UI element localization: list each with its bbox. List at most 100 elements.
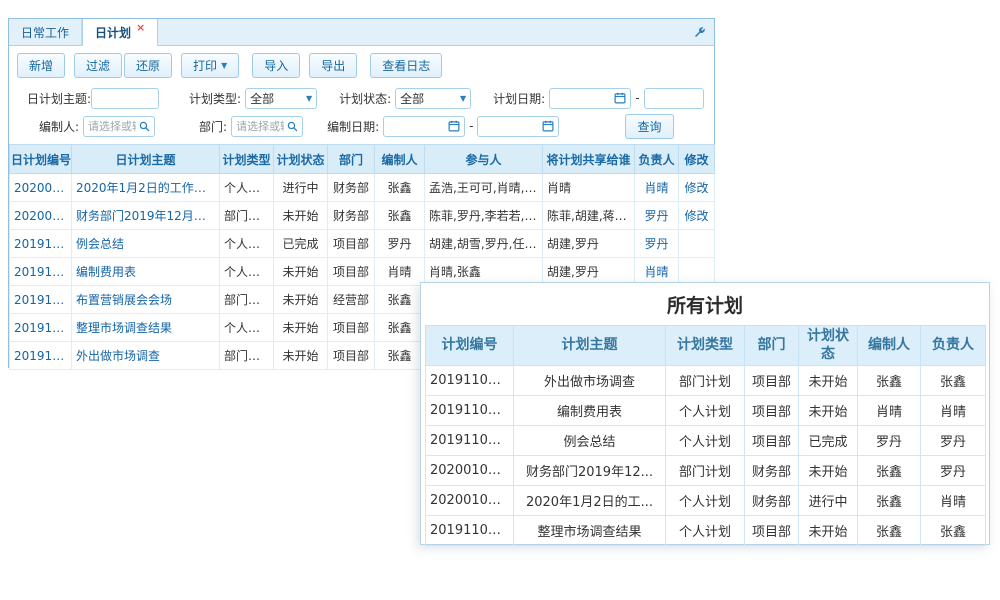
chevron-down-icon: ▼: [306, 94, 312, 103]
creator-input[interactable]: [88, 117, 136, 136]
plan-id-link[interactable]: 2019110001: [10, 342, 72, 370]
tab-daily-work[interactable]: 日常工作: [9, 19, 82, 45]
plan-status-cell: 未开始: [799, 366, 858, 396]
plan-id-link[interactable]: 2019110002: [10, 314, 72, 342]
plan-date-end-input[interactable]: [649, 89, 699, 108]
filter-button[interactable]: 过滤: [74, 53, 122, 78]
search-icon[interactable]: [287, 121, 298, 132]
table-row[interactable]: 2020010002 2020年1月2日的工作日... 个人计划 进行中 财务部…: [10, 174, 715, 202]
plan-type-select[interactable]: 全部 ▼: [245, 88, 317, 109]
print-button[interactable]: 打印 ▼: [181, 53, 239, 78]
calendar-icon[interactable]: [614, 92, 626, 104]
create-date-end-input[interactable]: [482, 117, 539, 136]
plan-id-link[interactable]: 2019110005: [10, 230, 72, 258]
modify-link[interactable]: 修改: [679, 202, 715, 230]
col-header-type[interactable]: 计划类型: [220, 145, 274, 174]
modify-link[interactable]: 修改: [679, 174, 715, 202]
plan-status-cell: 未开始: [799, 456, 858, 486]
tab-bar: 日常工作 日计划 ×: [9, 19, 714, 46]
plan-id-cell: 2020010002: [426, 486, 514, 516]
plan-id-link[interactable]: 2019110003: [10, 286, 72, 314]
plan-subject-link[interactable]: 布置营销展会会场: [72, 286, 220, 314]
owner-link[interactable]: 罗丹: [635, 202, 679, 230]
plan-subject-link[interactable]: 编制费用表: [72, 258, 220, 286]
col-header-subject[interactable]: 日计划主题: [72, 145, 220, 174]
filter-row-1: 日计划主题: 计划类型: 全部 ▼ 计划状态: 全部 ▼ 计划日期: -: [17, 84, 706, 112]
owner-cell: 张鑫: [921, 516, 986, 546]
creator-cell: 张鑫: [375, 314, 425, 342]
table-row: 2019110001 外出做市场调查 部门计划 项目部 未开始 张鑫 张鑫: [426, 366, 986, 396]
plan-id-cell: 2019110002: [426, 516, 514, 546]
search-button[interactable]: 查询: [625, 114, 673, 139]
col-header-department[interactable]: 部门: [328, 145, 375, 174]
department-cell: 项目部: [328, 230, 375, 258]
plan-type-cell: 个人计划: [666, 486, 745, 516]
plan-type-cell: 部门计划: [666, 366, 745, 396]
plan-subject-link[interactable]: 例会总结: [72, 230, 220, 258]
department-cell: 财务部: [745, 486, 799, 516]
col-header-status: 计划状态: [799, 326, 858, 366]
plan-date-start-input[interactable]: [554, 89, 611, 108]
plan-subject-cell: 2020年1月2日的工...: [514, 486, 666, 516]
filter-row-2: 编制人: 部门: 编制日期: -: [17, 112, 706, 140]
export-button[interactable]: 导出: [309, 53, 357, 78]
col-header-type: 计划类型: [666, 326, 745, 366]
tab-label: 日常工作: [21, 24, 69, 41]
plan-id-link[interactable]: 2019110004: [10, 258, 72, 286]
filter-form: 日计划主题: 计划类型: 全部 ▼ 计划状态: 全部 ▼ 计划日期: -: [9, 84, 714, 140]
col-header-creator[interactable]: 编制人: [375, 145, 425, 174]
close-icon[interactable]: ×: [136, 22, 145, 33]
plan-subject-link[interactable]: 财务部门2019年12月的...: [72, 202, 220, 230]
plan-status-value: 全部: [400, 90, 457, 107]
plan-type-cell: 个人计划: [666, 396, 745, 426]
plan-subject-link[interactable]: 2020年1月2日的工作日...: [72, 174, 220, 202]
department-cell: 项目部: [745, 366, 799, 396]
department-cell: 项目部: [745, 396, 799, 426]
table-row[interactable]: 2020010001 财务部门2019年12月的... 部门计划 未开始 财务部…: [10, 202, 715, 230]
plan-status-label: 计划状态:: [339, 90, 391, 107]
owner-link[interactable]: 肖晴: [635, 174, 679, 202]
col-header-subject: 计划主题: [514, 326, 666, 366]
view-log-button[interactable]: 查看日志: [370, 53, 442, 78]
search-icon[interactable]: [139, 121, 150, 132]
plan-status-cell: 未开始: [274, 258, 328, 286]
add-button[interactable]: 新增: [17, 53, 65, 78]
tab-daily-plan[interactable]: 日计划 ×: [82, 19, 158, 46]
plan-id-cell: 2019110001: [426, 366, 514, 396]
subject-input[interactable]: [96, 89, 154, 108]
shared-with-cell: 陈菲,胡建,蒋德帧...: [543, 202, 635, 230]
col-header-owner[interactable]: 负责人: [635, 145, 679, 174]
table-row[interactable]: 2019110005 例会总结 个人计划 已完成 项目部 罗丹 胡建,胡雪,罗丹…: [10, 230, 715, 258]
plan-id-link[interactable]: 2020010001: [10, 202, 72, 230]
department-cell: 项目部: [328, 258, 375, 286]
import-button[interactable]: 导入: [252, 53, 300, 78]
plan-id-cell: 2019110004: [426, 396, 514, 426]
col-header-shared-with[interactable]: 将计划共享给谁: [543, 145, 635, 174]
creator-cell: 罗丹: [858, 426, 921, 456]
calendar-icon[interactable]: [448, 120, 460, 132]
col-header-plan-id: 计划编号: [426, 326, 514, 366]
col-header-status[interactable]: 计划状态: [274, 145, 328, 174]
department-input[interactable]: [236, 117, 284, 136]
table-header-row: 计划编号 计划主题 计划类型 部门 计划状态 编制人 负责人: [426, 326, 986, 366]
page-title: 所有计划: [425, 287, 985, 325]
wrench-icon[interactable]: [693, 26, 706, 39]
calendar-icon[interactable]: [542, 120, 554, 132]
plan-status-cell: 未开始: [799, 396, 858, 426]
create-date-end-wrap: [477, 116, 559, 137]
plan-subject-link[interactable]: 整理市场调查结果: [72, 314, 220, 342]
creator-input-wrap: [83, 116, 155, 137]
owner-link[interactable]: 罗丹: [635, 230, 679, 258]
plan-type-cell: 部门计划: [220, 202, 274, 230]
create-date-start-input[interactable]: [388, 117, 445, 136]
plan-status-select[interactable]: 全部 ▼: [395, 88, 471, 109]
department-cell: 财务部: [328, 174, 375, 202]
col-header-participants[interactable]: 参与人: [425, 145, 543, 174]
col-header-plan-id[interactable]: 日计划编号: [10, 145, 72, 174]
restore-button[interactable]: 还原: [124, 53, 172, 78]
plan-subject-link[interactable]: 外出做市场调查: [72, 342, 220, 370]
plan-id-link[interactable]: 2020010002: [10, 174, 72, 202]
create-date-start-wrap: [383, 116, 465, 137]
col-header-modify[interactable]: 修改: [679, 145, 715, 174]
shared-with-cell: 胡建,罗丹: [543, 230, 635, 258]
